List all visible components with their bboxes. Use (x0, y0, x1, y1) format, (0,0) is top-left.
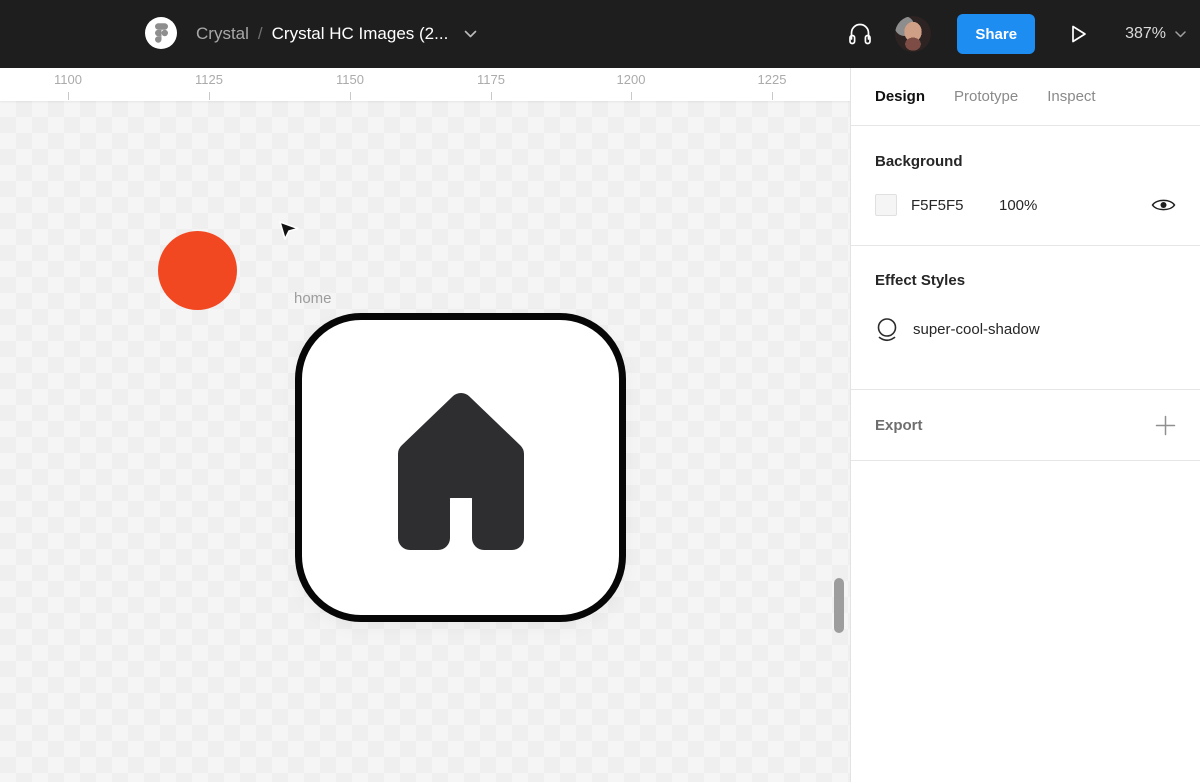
visibility-eye-icon[interactable] (1151, 197, 1176, 213)
color-swatch[interactable] (875, 194, 897, 216)
breadcrumb-filename[interactable]: Crystal HC Images (2... (272, 24, 449, 44)
properties-panel: Design Prototype Inspect Background F5F5… (850, 68, 1200, 782)
opacity-field[interactable]: 100% (999, 197, 1037, 214)
panel-tabs: Design Prototype Inspect (851, 68, 1200, 126)
ruler-tick-mark (209, 92, 210, 100)
add-export-plus-icon[interactable] (1155, 415, 1176, 436)
home-icon (383, 380, 539, 556)
breadcrumb-team[interactable]: Crystal (196, 24, 249, 44)
zoom-chevron-down-icon (1175, 30, 1186, 38)
file-menu-chevron-icon[interactable] (464, 30, 477, 38)
topbar-right-group: Share 387% (843, 0, 1200, 68)
background-section-title: Background (875, 153, 963, 170)
ruler-tick-label: 1100 (54, 72, 82, 87)
tab-prototype[interactable]: Prototype (954, 88, 1018, 105)
effect-style-name: super-cool-shadow (913, 321, 1040, 338)
audio-headphones-icon[interactable] (843, 17, 877, 51)
tab-inspect[interactable]: Inspect (1047, 88, 1095, 105)
home-frame-object[interactable] (295, 313, 626, 622)
ruler-tick-mark (631, 92, 632, 100)
shadow-style-icon (875, 317, 900, 342)
horizontal-ruler[interactable]: 1100 1125 1150 1175 1200 1225 (0, 68, 850, 101)
ruler-tick-label: 1175 (477, 72, 505, 87)
figma-logo-button[interactable] (145, 17, 177, 49)
share-button[interactable]: Share (957, 14, 1036, 54)
ruler-tick-label: 1125 (195, 72, 223, 87)
effect-styles-section: Effect Styles super-cool-shadow (851, 246, 1200, 390)
background-color-row: F5F5F5 100% (875, 194, 1176, 216)
canvas-viewport[interactable]: 1100 1125 1150 1175 1200 1225 home (0, 68, 850, 782)
figma-logo-icon (154, 23, 168, 43)
effect-style-item[interactable]: super-cool-shadow (875, 317, 1176, 342)
breadcrumb-separator: / (257, 24, 263, 43)
export-section-title: Export (875, 416, 923, 434)
ruler-tick-mark (491, 92, 492, 100)
pointer-cursor-icon (277, 218, 301, 242)
color-hex-field[interactable]: F5F5F5 (911, 197, 999, 214)
present-play-icon[interactable] (1063, 19, 1093, 49)
tab-design[interactable]: Design (875, 88, 925, 105)
user-avatar[interactable] (895, 16, 932, 52)
ruler-tick-mark (68, 92, 69, 100)
effect-styles-section-title: Effect Styles (875, 272, 966, 289)
topbar: Crystal / Crystal HC Images (2... Share … (0, 0, 1200, 68)
frame-title-label[interactable]: home (294, 290, 332, 307)
zoom-level-value: 387% (1125, 25, 1166, 42)
ruler-tick-label: 1225 (757, 72, 787, 87)
ruler-tick-mark (772, 92, 773, 100)
breadcrumb: Crystal / Crystal HC Images (2... (196, 0, 477, 68)
vertical-scrollbar-thumb[interactable] (834, 578, 844, 633)
ruler-tick-label: 1150 (336, 72, 364, 87)
export-section: Export (851, 390, 1200, 461)
background-section: Background F5F5F5 100% (851, 126, 1200, 246)
canvas-ellipse-object[interactable] (158, 231, 237, 310)
ruler-tick-mark (350, 92, 351, 100)
ruler-tick-label: 1200 (616, 72, 646, 87)
zoom-level-control[interactable]: 387% (1125, 25, 1186, 43)
